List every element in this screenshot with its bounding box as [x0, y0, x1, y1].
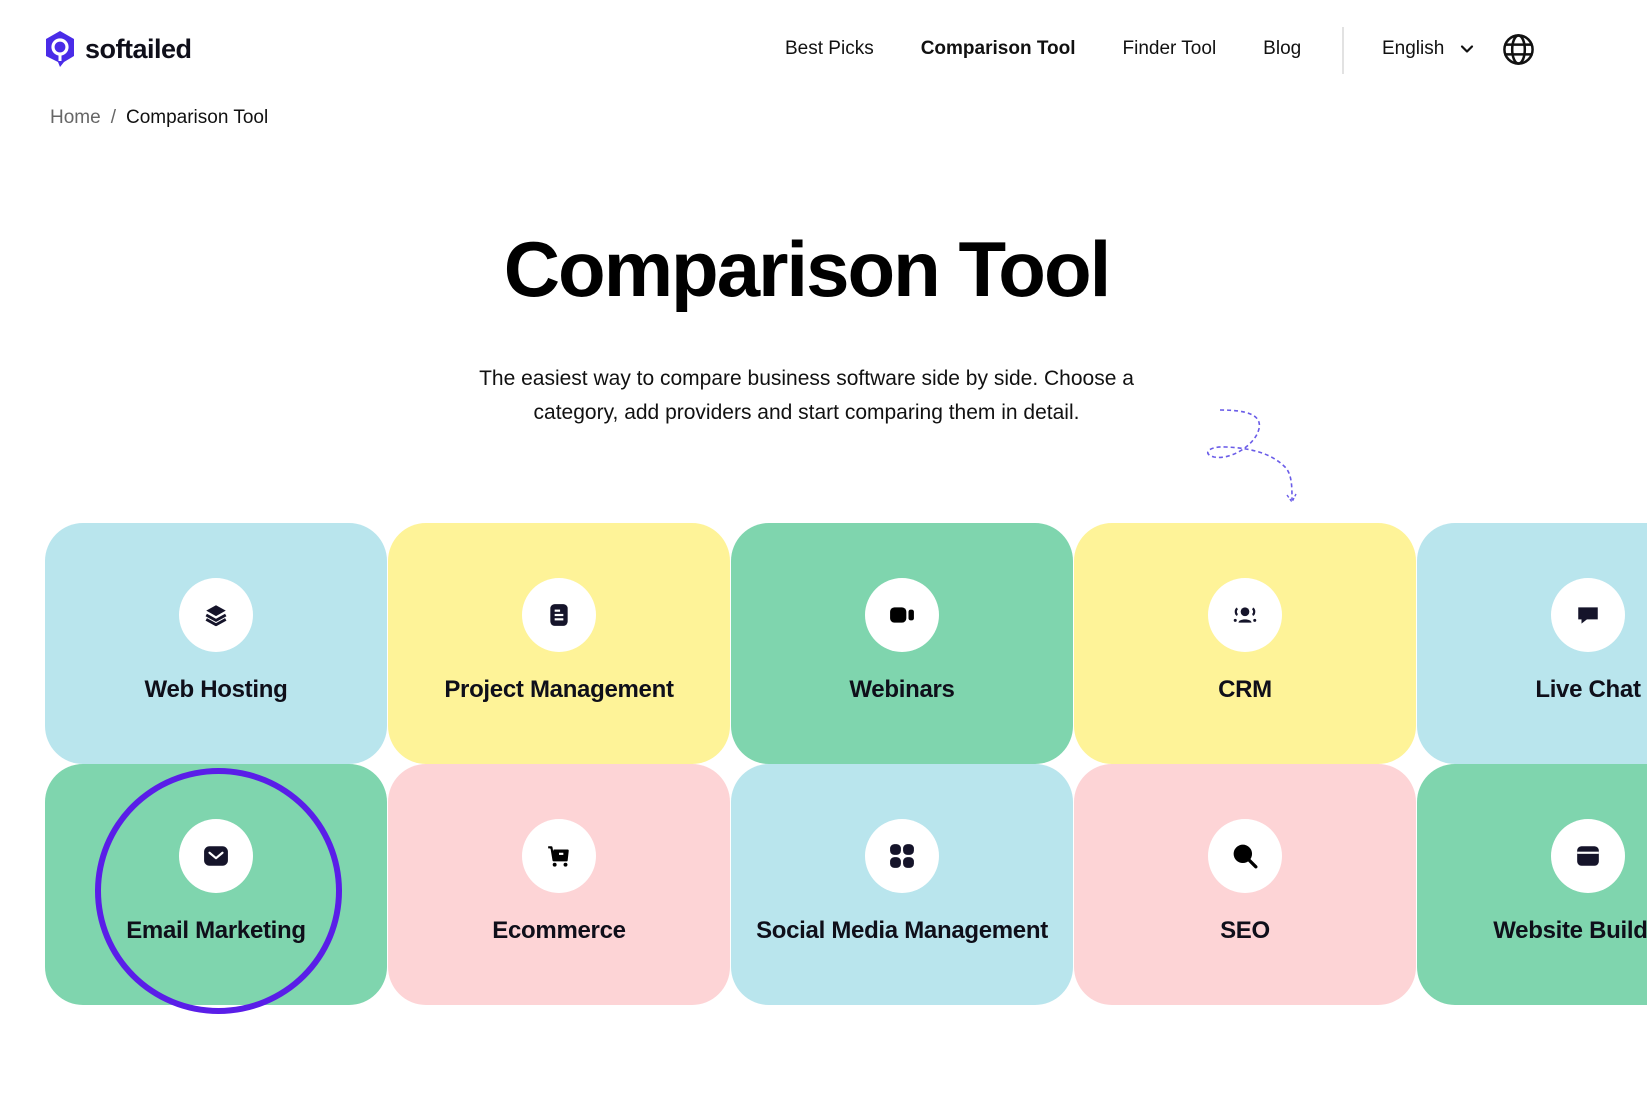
category-icon-circle: [1551, 819, 1625, 893]
category-label: Webinars: [849, 676, 955, 703]
category-card-seo[interactable]: SEO: [1074, 764, 1416, 1005]
category-card-social-media-management[interactable]: Social Media Management: [731, 764, 1073, 1005]
category-icon-circle: [1208, 819, 1282, 893]
category-icon-circle: [522, 819, 596, 893]
hero-subtitle-line-1: The easiest way to compare business soft…: [479, 367, 1134, 390]
page-title-text: Comparison Tool: [503, 225, 1112, 313]
category-label: Email Marketing: [126, 917, 306, 944]
main-nav: Best Picks Comparison Tool Finder Tool B…: [785, 38, 1348, 60]
category-icon-circle: [522, 578, 596, 652]
logo-text: softailed: [85, 33, 192, 64]
category-card-email-marketing[interactable]: Email Marketing: [45, 764, 387, 1005]
category-icon-circle: [179, 819, 253, 893]
category-label: CRM: [1218, 676, 1272, 703]
video-camera-icon: [889, 602, 915, 628]
globe-icon[interactable]: [1502, 33, 1535, 66]
category-label: Ecommerce: [492, 917, 626, 944]
category-icon-circle: [1208, 578, 1282, 652]
category-card-web-hosting[interactable]: Web Hosting: [45, 523, 387, 764]
language-label: English: [1382, 38, 1445, 59]
breadcrumb: Home / Comparison Tool: [50, 107, 268, 129]
chat-icon: [1575, 602, 1601, 628]
category-icon-circle: [865, 819, 939, 893]
logo-icon: [46, 31, 74, 67]
site-header: softailed Best Picks Comparison Tool Fin…: [0, 0, 1647, 100]
category-label: Website Builders: [1493, 917, 1647, 944]
hero-subtitle: The easiest way to compare business soft…: [440, 362, 1173, 430]
category-icon-circle: [865, 578, 939, 652]
language-selector[interactable]: English: [1382, 38, 1474, 60]
category-label: SEO: [1220, 917, 1270, 944]
breadcrumb-home[interactable]: Home: [50, 107, 101, 129]
category-card-webinars[interactable]: Webinars: [731, 523, 1073, 764]
hero-subtitle-line-2: category, add providers and start compar…: [533, 401, 1080, 424]
category-label: Project Management: [444, 676, 674, 703]
category-label: Web Hosting: [144, 676, 288, 703]
page-title: Comparison Tool: [501, 225, 1112, 315]
category-card-website-builders[interactable]: Website Builders: [1417, 764, 1647, 1005]
document-icon: [546, 602, 572, 628]
nav-best-picks[interactable]: Best Picks: [785, 38, 874, 60]
category-card-project-management[interactable]: Project Management: [388, 523, 730, 764]
hero: Comparison Tool: [0, 225, 1613, 315]
envelope-icon: [203, 843, 229, 869]
category-grid: Web Hosting Project Management Webinars CRM…: [45, 523, 1647, 1008]
logo-link[interactable]: softailed: [44, 30, 192, 68]
nav-blog[interactable]: Blog: [1263, 38, 1301, 60]
breadcrumb-current: Comparison Tool: [125, 107, 269, 128]
category-icon-circle: [1551, 578, 1625, 652]
grid-icon: [889, 843, 915, 869]
category-card-live-chat[interactable]: Live Chat: [1417, 523, 1647, 764]
nav-divider: [1342, 27, 1344, 74]
layers-icon: [203, 602, 229, 628]
category-label: Live Chat: [1535, 676, 1641, 703]
nav-comparison-tool[interactable]: Comparison Tool: [921, 38, 1076, 60]
category-label: Social Media Management: [756, 917, 1048, 944]
shopping-cart-icon: [546, 843, 572, 869]
category-card-ecommerce[interactable]: Ecommerce: [388, 764, 730, 1005]
chevron-down-icon: [1461, 45, 1474, 53]
breadcrumb-separator: /: [110, 107, 116, 128]
category-icon-circle: [179, 578, 253, 652]
decorative-arrow-icon: [1206, 409, 1297, 504]
category-card-crm[interactable]: CRM: [1074, 523, 1416, 764]
users-icon: [1232, 602, 1258, 628]
magnifier-icon: [1232, 843, 1258, 869]
nav-finder-tool[interactable]: Finder Tool: [1123, 38, 1217, 60]
browser-icon: [1575, 843, 1601, 869]
